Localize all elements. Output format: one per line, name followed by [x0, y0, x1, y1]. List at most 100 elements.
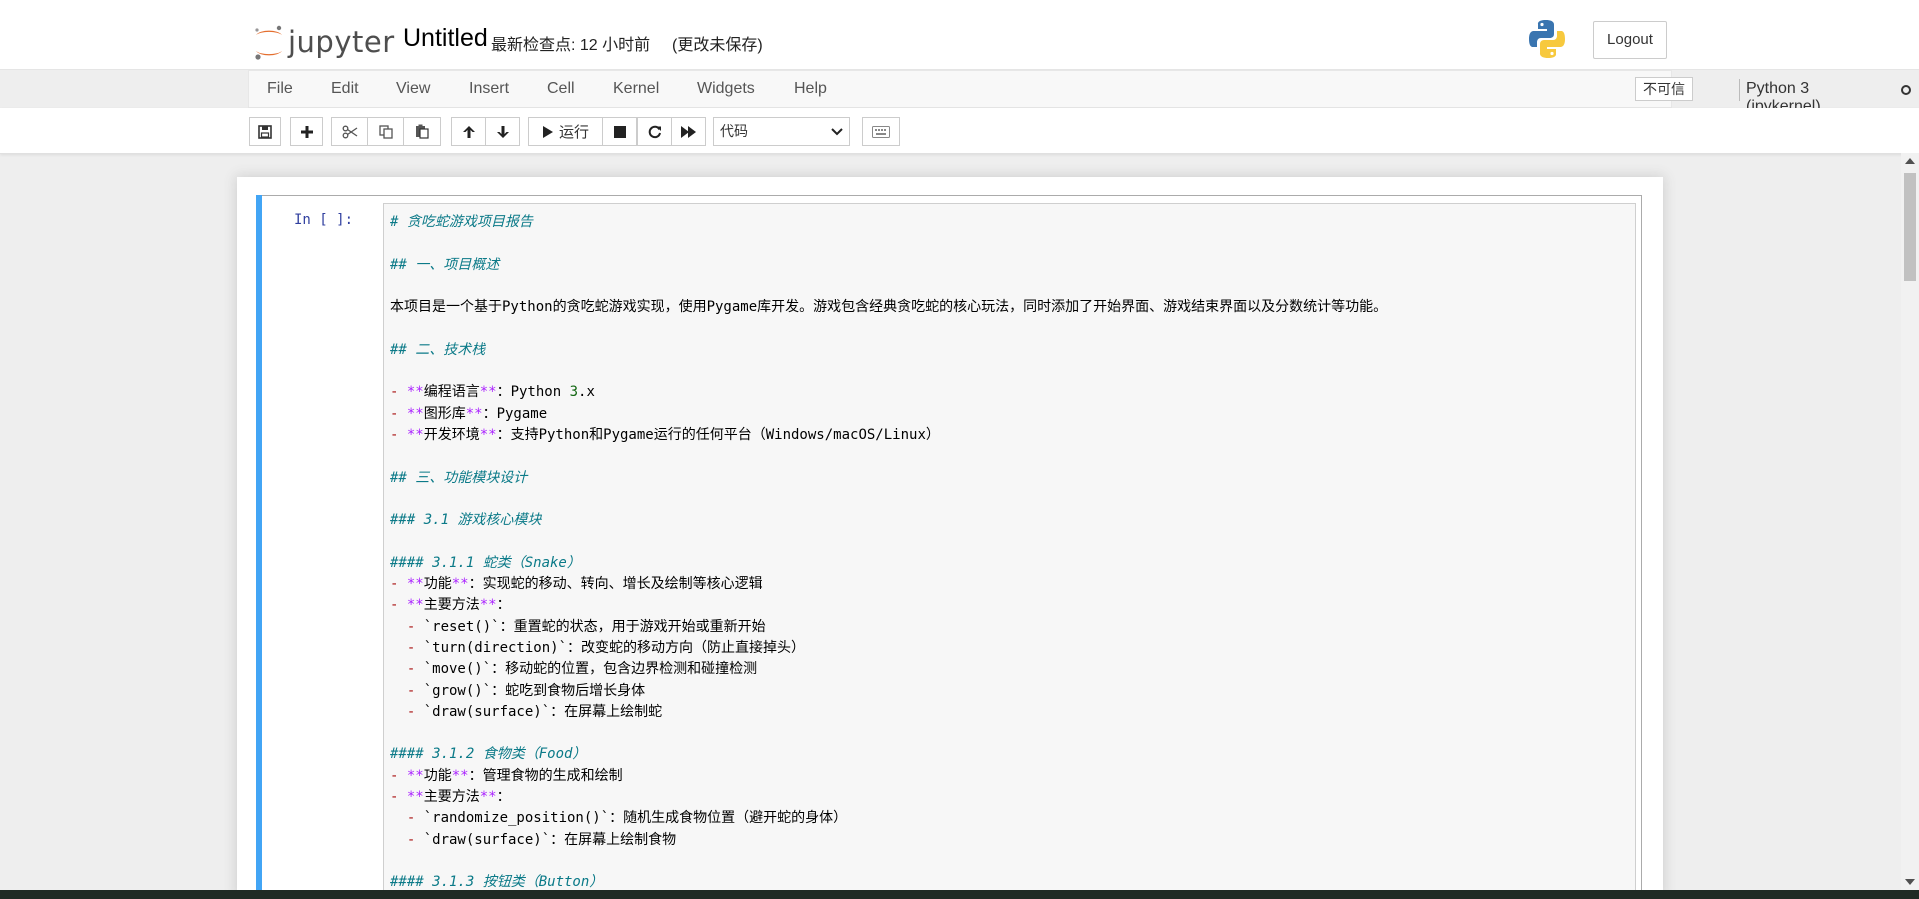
- python-logo-icon: [1529, 20, 1565, 58]
- code-text: # 贪吃蛇游戏项目报告 ## 一、项目概述 本项目是一个基于Python的贪吃蛇游戏…: [390, 212, 1387, 894]
- jupyter-logo[interactable]: jupyter: [252, 21, 394, 63]
- code-token: **: [406, 384, 424, 401]
- interrupt-kernel-button[interactable]: [602, 117, 637, 146]
- code-line: - `grow()`：蛇吃到食物后增长身体: [390, 681, 1387, 702]
- code-token: #### 3.1.1 蛇类（Snake）: [390, 554, 581, 571]
- code-line: - `draw(surface)`：在屏幕上绘制蛇: [390, 702, 1387, 723]
- code-line: ### 3.1 游戏核心模块: [390, 510, 1387, 531]
- code-token: ## 二、技术栈: [390, 341, 486, 358]
- chevron-down-icon: [831, 128, 843, 136]
- code-line: - `reset()`：重置蛇的状态，用于游戏开始或重新开始: [390, 617, 1387, 638]
- arrow-up-icon: [462, 125, 475, 138]
- code-token: `randomize_position()`：随机生成食物位置（避开蛇的身体）: [423, 810, 848, 827]
- menu-help[interactable]: Help: [794, 80, 827, 98]
- cell-input-prompt: In [ ]:: [294, 212, 354, 228]
- menu-edit[interactable]: Edit: [331, 80, 359, 98]
- code-token: -: [390, 789, 407, 806]
- code-token: **: [479, 597, 497, 614]
- code-token: 开发环境: [423, 426, 480, 443]
- cut-button[interactable]: [331, 117, 368, 146]
- kernel-divider: [1739, 79, 1740, 101]
- jupyter-logo-icon: [255, 25, 282, 60]
- code-token: 本项目是一个基于Python的贪吃蛇游戏实现，使用Pygame库开发。游戏包含经…: [390, 299, 1388, 316]
- code-token: ：管理食物的生成和绘制: [468, 767, 623, 784]
- code-token: -: [390, 405, 407, 422]
- logout-button[interactable]: Logout: [1593, 21, 1667, 59]
- code-token: -: [390, 639, 424, 656]
- selected-cell-indicator: [256, 195, 262, 899]
- menu-insert[interactable]: Insert: [469, 80, 509, 98]
- code-token: **: [479, 426, 497, 443]
- os-taskbar: [0, 890, 1919, 899]
- code-line: - **主要方法**：: [390, 595, 1387, 616]
- scissors-icon: [342, 125, 357, 138]
- menu-file[interactable]: File: [267, 80, 293, 98]
- code-token: .x: [578, 384, 595, 401]
- kernel-idle-indicator-icon: [1901, 85, 1911, 95]
- move-cell-up-button[interactable]: [451, 117, 486, 146]
- notebook-title[interactable]: Untitled: [403, 24, 488, 53]
- code-line: - **功能**：管理食物的生成和绘制: [390, 766, 1387, 787]
- run-label: 运行: [558, 124, 589, 141]
- code-line: - `turn(direction)`：改变蛇的移动方向（防止直接掉头）: [390, 638, 1387, 659]
- move-cell-down-button[interactable]: [485, 117, 520, 146]
- save-icon: [258, 124, 272, 139]
- code-token: **: [406, 767, 424, 784]
- restart-icon: [648, 125, 661, 138]
- code-line: - **功能**：实现蛇的移动、转向、增长及绘制等核心逻辑: [390, 574, 1387, 595]
- code-token: -: [390, 767, 407, 784]
- code-line: - **编程语言**：Python 3.x: [390, 382, 1387, 403]
- cell-type-value: 代码: [720, 123, 748, 139]
- code-token: **: [465, 405, 483, 422]
- code-token: -: [390, 618, 424, 635]
- code-line: #### 3.1.1 蛇类（Snake）: [390, 553, 1387, 574]
- code-token: 图形库: [423, 405, 466, 422]
- code-token: **: [406, 597, 424, 614]
- cell-type-select[interactable]: 代码: [713, 117, 850, 146]
- code-token: 编程语言: [423, 384, 480, 401]
- restart-kernel-button[interactable]: [637, 117, 672, 146]
- code-token: -: [390, 576, 407, 593]
- paste-button[interactable]: [403, 117, 441, 146]
- menu-view[interactable]: View: [396, 80, 430, 98]
- arrow-down-icon: [496, 125, 509, 138]
- code-token: 功能: [423, 767, 452, 784]
- menu-kernel[interactable]: Kernel: [613, 80, 659, 98]
- code-editor[interactable]: # 贪吃蛇游戏项目报告 ## 一、项目概述 本项目是一个基于Python的贪吃蛇游戏…: [383, 203, 1636, 899]
- scroll-up-arrow-icon[interactable]: [1905, 158, 1915, 164]
- menu-cell[interactable]: Cell: [547, 80, 575, 98]
- code-token: #### 3.1.3 按钮类（Button）: [390, 874, 604, 891]
- save-button[interactable]: [249, 117, 281, 146]
- code-token: -: [390, 831, 424, 848]
- run-button[interactable]: 运行: [528, 117, 603, 146]
- scroll-down-arrow-icon[interactable]: [1905, 879, 1915, 885]
- insert-cell-button[interactable]: [290, 117, 323, 146]
- code-token: #### 3.1.2 食物类（Food）: [390, 746, 587, 763]
- code-line: ## 三、功能模块设计: [390, 468, 1387, 489]
- command-palette-button[interactable]: [862, 117, 900, 146]
- code-token: ：: [496, 597, 511, 614]
- code-token: -: [390, 682, 424, 699]
- code-token: **: [406, 789, 424, 806]
- copy-button[interactable]: [367, 117, 404, 146]
- code-line: # 贪吃蛇游戏项目报告: [390, 212, 1387, 233]
- code-token: **: [406, 426, 424, 443]
- paste-icon: [416, 124, 429, 139]
- trust-indicator[interactable]: 不可信: [1635, 77, 1693, 101]
- scrollbar-thumb[interactable]: [1904, 173, 1916, 281]
- code-token: ：: [496, 789, 511, 806]
- keyboard-icon: [872, 125, 890, 138]
- notebook-header: jupyter Untitled 最新检查点: 12 小时前 (更改未保存) L…: [0, 14, 1919, 70]
- restart-run-all-button[interactable]: [671, 117, 706, 146]
- code-token: `turn(direction)`：改变蛇的移动方向（防止直接掉头）: [423, 639, 806, 656]
- code-token: ：Pygame: [482, 405, 548, 422]
- menu-widgets[interactable]: Widgets: [697, 80, 755, 98]
